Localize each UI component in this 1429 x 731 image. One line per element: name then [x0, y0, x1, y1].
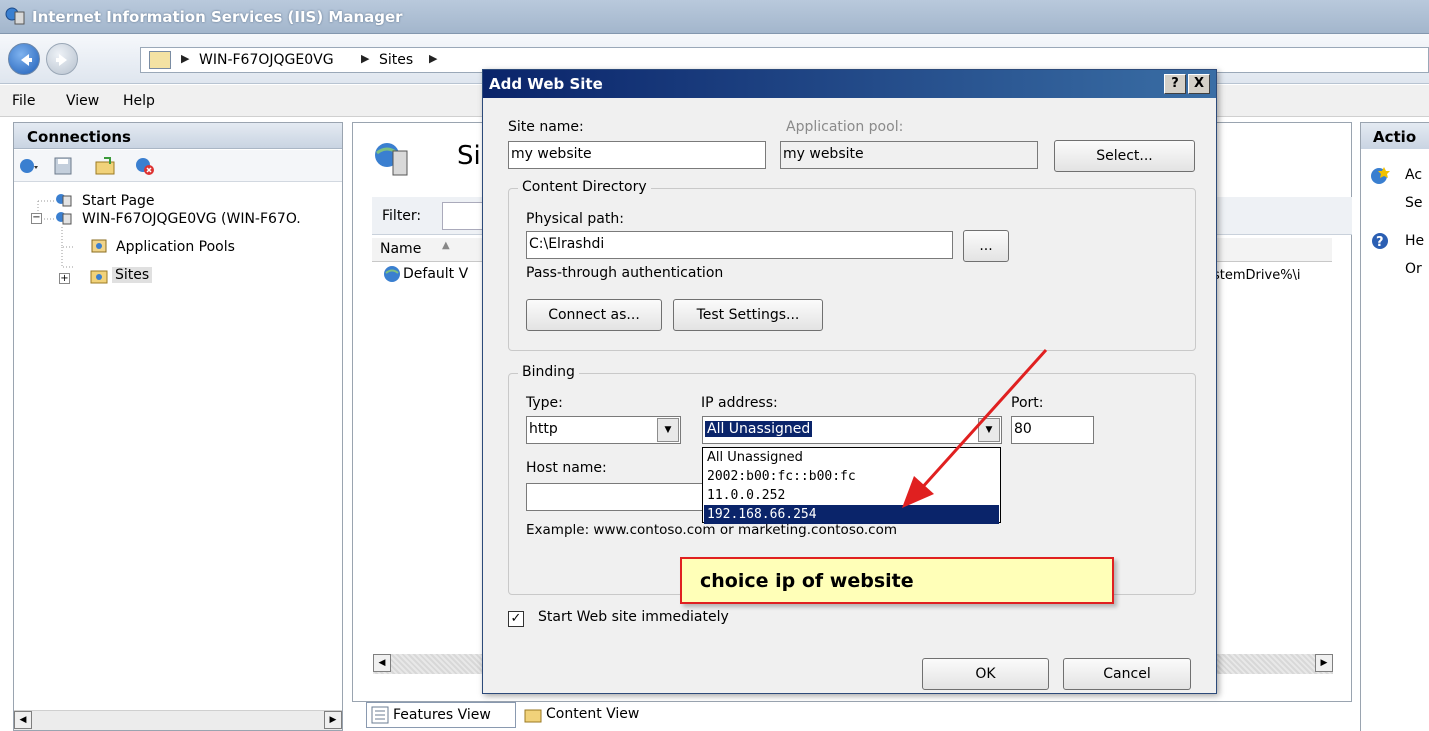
site-name-input[interactable]: my website [508, 141, 766, 169]
connections-header: Connections [14, 123, 342, 149]
connect-as-button[interactable]: Connect as... [526, 299, 662, 331]
tab-features-view[interactable]: Features View [366, 702, 516, 728]
ip-address-value: All Unassigned [705, 421, 813, 437]
content-view-icon [524, 707, 542, 727]
svg-text:?: ? [1376, 235, 1384, 250]
app-pool-label: Application pool: [786, 119, 904, 135]
host-example-text: Example: www.contoso.com or marketing.co… [526, 522, 897, 538]
iis-app-icon [4, 6, 26, 26]
browse-button[interactable]: ... [963, 230, 1009, 262]
tree-item-server[interactable]: WIN-F67OJQGE0VG (WIN-F67O. [82, 211, 301, 227]
help-icon: ? [1370, 231, 1390, 255]
menu-help[interactable]: Help [123, 93, 155, 109]
back-button[interactable] [8, 43, 40, 75]
dialog-title: Add Web Site [489, 75, 603, 93]
server-icon [54, 210, 72, 226]
binding-label: Binding [518, 364, 579, 380]
action-online-help[interactable]: Or [1405, 261, 1422, 277]
window-title: Internet Information Services (IIS) Mana… [32, 8, 403, 26]
page-heading: Si [457, 141, 481, 171]
forward-button[interactable] [46, 43, 78, 75]
annotation-arrow [902, 348, 1048, 508]
connections-hscrollbar[interactable]: ◀ ▶ [14, 710, 342, 730]
site-row-name[interactable]: Default V [403, 266, 468, 282]
arrow-right-icon [56, 54, 67, 66]
dropdown-arrow-icon[interactable]: ▼ [657, 418, 679, 442]
ip-address-label: IP address: [701, 395, 778, 411]
expand-toggle-icon[interactable]: + [59, 273, 70, 284]
pass-through-label: Pass-through authentication [526, 265, 724, 281]
start-immediately-label: Start Web site immediately [538, 609, 729, 625]
connections-toolbar [14, 150, 342, 182]
cancel-button[interactable]: Cancel [1063, 658, 1191, 690]
action-add-site[interactable]: Ac [1405, 167, 1422, 183]
site-name-label: Site name: [508, 119, 584, 135]
annotation-callout: choice ip of website [680, 557, 1114, 604]
view-tabs: Features View Content View [360, 700, 660, 731]
sites-folder-icon [90, 268, 108, 284]
arrow-left-icon [21, 54, 32, 66]
host-name-label: Host name: [526, 460, 607, 476]
app-pools-icon [90, 238, 108, 254]
physical-path-label: Physical path: [526, 211, 624, 227]
tab-content-label: Content View [546, 706, 640, 722]
disconnect-icon[interactable] [134, 156, 156, 176]
tree-item-start-page[interactable]: Start Page [82, 193, 155, 209]
filter-label: Filter: [382, 208, 422, 224]
type-select[interactable]: http ▼ [526, 416, 681, 444]
features-view-icon [371, 706, 389, 728]
tab-content-view[interactable]: Content View [520, 702, 670, 728]
type-value: http [529, 421, 558, 437]
breadcrumb-arrow-icon: ▶ [181, 52, 190, 65]
scroll-left-icon[interactable]: ◀ [14, 711, 32, 729]
sort-asc-icon: ▲ [442, 240, 450, 251]
folder-icon [149, 51, 171, 69]
scroll-left-icon[interactable]: ◀ [373, 654, 391, 672]
connect-icon[interactable] [18, 156, 40, 176]
actions-header: Actio [1361, 123, 1429, 149]
action-help[interactable]: He [1405, 233, 1424, 249]
select-button[interactable]: Select... [1054, 140, 1195, 172]
dialog-titlebar: Add Web Site ? X [483, 70, 1216, 98]
breadcrumb-sites[interactable]: Sites [379, 52, 413, 68]
add-folder-icon[interactable] [94, 156, 116, 176]
save-icon[interactable] [52, 156, 74, 176]
app-pool-input: my website [780, 141, 1038, 169]
tab-features-label: Features View [393, 707, 491, 723]
connections-pane: Connections Start Page − WIN-F67OJQGE0VG… [13, 122, 343, 731]
physical-path-input[interactable]: C:\Elrashdi [526, 231, 953, 259]
dialog-close-button[interactable]: X [1188, 74, 1210, 94]
scroll-right-icon[interactable]: ▶ [1315, 654, 1333, 672]
breadcrumb-arrow-icon: ▶ [361, 52, 370, 65]
type-label: Type: [526, 395, 563, 411]
action-set-defaults[interactable]: Se [1405, 195, 1423, 211]
dialog-help-button[interactable]: ? [1164, 74, 1186, 94]
site-globe-icon [383, 265, 401, 287]
content-directory-label: Content Directory [518, 179, 651, 195]
sites-globe-icon [371, 139, 411, 183]
breadcrumb-server[interactable]: WIN-F67OJQGE0VG [199, 52, 334, 68]
site-row-path: stemDrive%\i [1213, 268, 1301, 283]
start-immediately-checkbox[interactable]: ✓ [508, 611, 524, 627]
menu-view[interactable]: View [66, 93, 99, 109]
start-page-icon [54, 192, 72, 208]
actions-pane: Actio Ac Se ? He Or [1360, 122, 1429, 731]
ok-button[interactable]: OK [922, 658, 1049, 690]
add-site-icon [1370, 165, 1390, 189]
column-header-name[interactable]: Name [380, 241, 421, 257]
breadcrumb-arrow-icon: ▶ [429, 52, 438, 65]
menu-file[interactable]: File [12, 93, 35, 109]
collapse-toggle-icon[interactable]: − [31, 213, 42, 224]
tree-item-sites[interactable]: Sites [112, 267, 153, 283]
tree-item-app-pools[interactable]: Application Pools [116, 239, 235, 255]
test-settings-button[interactable]: Test Settings... [673, 299, 823, 331]
window-titlebar: Internet Information Services (IIS) Mana… [0, 0, 1429, 34]
scroll-right-icon[interactable]: ▶ [324, 711, 342, 729]
